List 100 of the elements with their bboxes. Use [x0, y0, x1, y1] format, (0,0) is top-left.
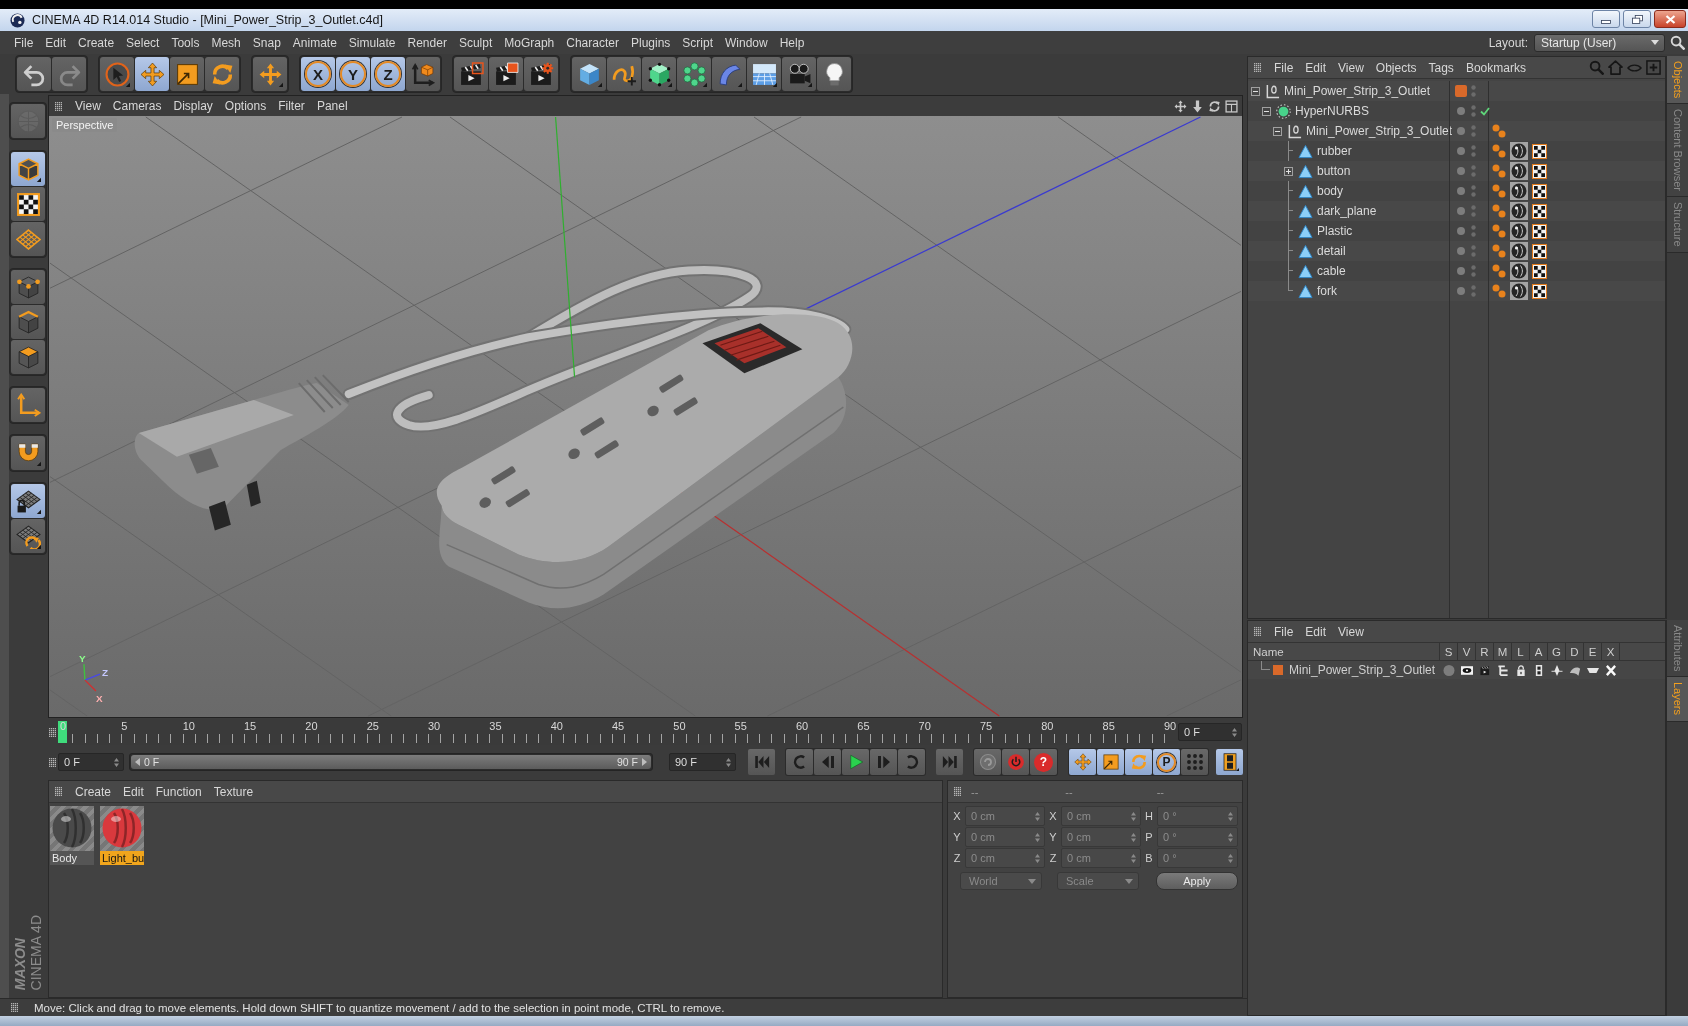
menu-item[interactable]: File: [8, 33, 40, 52]
pen-tool-button[interactable]: [607, 57, 641, 91]
two-dots-icon[interactable]: [1471, 85, 1476, 97]
autokey-button[interactable]: [974, 749, 1001, 775]
bent-sheet-icon[interactable]: [1569, 664, 1581, 676]
live-selection-button[interactable]: [100, 57, 134, 91]
object-row[interactable]: button: [1248, 161, 1665, 181]
two-balls-icon[interactable]: [1492, 284, 1506, 298]
menu-item[interactable]: Function: [149, 782, 208, 801]
points-mode-button[interactable]: [11, 270, 45, 304]
menu-item[interactable]: Filter: [272, 97, 311, 115]
render-settings-button[interactable]: [524, 57, 558, 91]
material-ball-icon[interactable]: [1510, 142, 1528, 160]
move-tool-button[interactable]: [135, 57, 169, 91]
two-balls-icon[interactable]: [1492, 144, 1506, 158]
menu-item[interactable]: Window: [719, 33, 774, 52]
two-balls-icon[interactable]: [1492, 164, 1506, 178]
column-header[interactable]: Name: [1248, 643, 1440, 660]
material-ball-icon[interactable]: [1510, 182, 1528, 200]
grip-icon[interactable]: [11, 1003, 18, 1012]
scale-key-button[interactable]: [1097, 749, 1124, 775]
hierarchy-icon[interactable]: [1497, 664, 1509, 676]
two-balls-icon[interactable]: [1492, 204, 1506, 218]
scale-tool-button[interactable]: [170, 57, 204, 91]
two-dots-icon[interactable]: [1471, 145, 1476, 157]
menu-item[interactable]: Edit: [117, 782, 150, 801]
eye-icon[interactable]: [1461, 664, 1473, 676]
side-tab[interactable]: Layers: [1667, 677, 1688, 722]
grip-icon[interactable]: [954, 787, 961, 796]
two-dots-icon[interactable]: [1471, 105, 1476, 117]
checker-tag-icon[interactable]: [1532, 163, 1547, 179]
two-dots-icon[interactable]: [1471, 165, 1476, 177]
clapperboard-icon[interactable]: [1479, 664, 1491, 676]
material-swatch[interactable]: Body: [50, 806, 94, 865]
menu-item[interactable]: Simulate: [342, 33, 402, 52]
material-ball-icon[interactable]: [1510, 202, 1528, 220]
minus-box-icon[interactable]: [1262, 106, 1271, 116]
material-ball-icon[interactable]: [1510, 262, 1528, 280]
menu-item[interactable]: Mesh: [205, 33, 247, 52]
diamond-line-icon[interactable]: [1551, 664, 1563, 676]
minimize-button[interactable]: [1592, 10, 1620, 28]
keyframe-selection-button[interactable]: ?: [1030, 749, 1057, 775]
two-balls-icon[interactable]: [1492, 124, 1506, 138]
two-dots-icon[interactable]: [1471, 265, 1476, 277]
menu-item[interactable]: Animate: [286, 33, 343, 52]
restore-button[interactable]: [1623, 10, 1651, 28]
move-arrows-icon[interactable]: [1174, 99, 1187, 113]
column-header[interactable]: L: [1512, 643, 1530, 660]
floor-object-button[interactable]: [747, 57, 781, 91]
film-strip-icon[interactable]: [1533, 664, 1545, 676]
checker-tag-icon[interactable]: [1532, 243, 1547, 259]
start-frame-field[interactable]: 0 F: [58, 753, 124, 771]
object-row[interactable]: Mini_Power_Strip_3_Outlet: [1248, 121, 1665, 141]
object-row[interactable]: detail: [1248, 241, 1665, 261]
two-balls-icon[interactable]: [1492, 244, 1506, 258]
step-forward-button[interactable]: [870, 749, 897, 775]
grip-icon[interactable]: [55, 101, 62, 111]
object-row[interactable]: dark_plane: [1248, 201, 1665, 221]
checker-tag-icon[interactable]: [1532, 223, 1547, 239]
menu-item[interactable]: View: [69, 97, 107, 115]
menu-item[interactable]: File: [1268, 58, 1300, 77]
column-header[interactable]: V: [1458, 643, 1476, 660]
plus-box-icon[interactable]: [1284, 166, 1293, 176]
lock-icon[interactable]: [1515, 664, 1527, 676]
menu-item[interactable]: Sculpt: [452, 33, 499, 52]
close-button[interactable]: [1654, 10, 1686, 28]
dot-icon[interactable]: [1443, 664, 1455, 676]
menu-item[interactable]: Bookmarks: [1459, 58, 1532, 77]
menu-item[interactable]: Select: [120, 33, 166, 52]
two-dots-icon[interactable]: [1471, 205, 1476, 217]
menu-item[interactable]: Objects: [1369, 58, 1423, 77]
menu-item[interactable]: Create: [72, 33, 121, 52]
column-header[interactable]: R: [1476, 643, 1494, 660]
menu-item[interactable]: Character: [560, 33, 625, 52]
object-row[interactable]: Mini_Power_Strip_3_Outlet: [1248, 81, 1665, 101]
playhead-marker[interactable]: [58, 721, 67, 743]
two-balls-icon[interactable]: [1492, 224, 1506, 238]
light-object-button[interactable]: [817, 57, 851, 91]
layout-dropdown[interactable]: Startup (User): [1534, 33, 1665, 52]
minus-box-icon[interactable]: [1273, 126, 1282, 136]
column-header[interactable]: G: [1548, 643, 1566, 660]
checker-tag-icon[interactable]: [1532, 283, 1547, 299]
menu-item[interactable]: Edit: [39, 33, 73, 52]
edges-mode-button[interactable]: [11, 305, 45, 339]
position-key-button[interactable]: [1069, 749, 1096, 775]
checker-tag-icon[interactable]: [1532, 203, 1547, 219]
go-to-end-button[interactable]: [936, 749, 963, 775]
side-tab[interactable]: Objects: [1667, 56, 1688, 105]
checker-tag-icon[interactable]: [1532, 183, 1547, 199]
menu-item[interactable]: Panel: [310, 97, 354, 115]
play-button[interactable]: [842, 749, 869, 775]
bend-deformer-button[interactable]: [712, 57, 746, 91]
search-button[interactable]: [1668, 33, 1686, 52]
subdivision-surface-button[interactable]: [642, 57, 676, 91]
menu-item[interactable]: File: [1268, 622, 1300, 641]
grip-icon[interactable]: [1254, 63, 1261, 72]
column-header[interactable]: S: [1440, 643, 1458, 660]
go-to-start-button[interactable]: [748, 749, 775, 775]
two-balls-icon[interactable]: [1492, 184, 1506, 198]
material-ball-icon[interactable]: [1510, 282, 1528, 300]
